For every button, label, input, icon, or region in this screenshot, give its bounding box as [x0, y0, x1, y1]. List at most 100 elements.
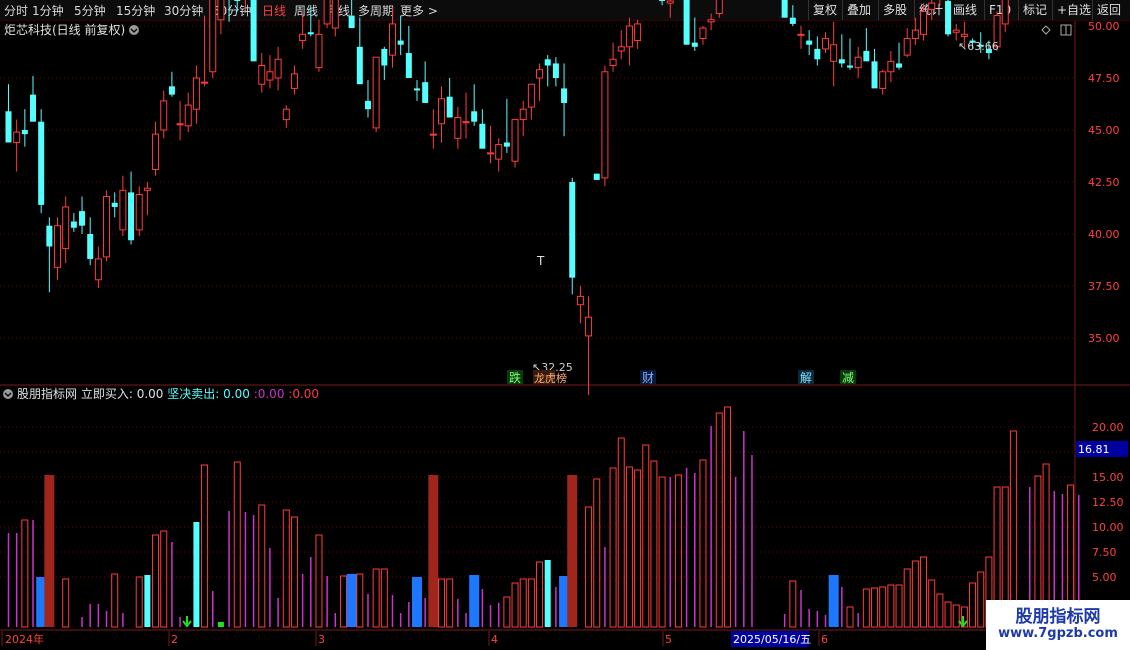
- indicator-bar: [428, 475, 439, 627]
- candle: [323, 0, 331, 29]
- stock-title: 炬芯科技(日线 前复权): [4, 22, 125, 37]
- indicator-bar: [536, 561, 544, 628]
- candle: [683, 0, 690, 45]
- candle: [871, 48, 878, 89]
- date-label-apr: 4: [491, 633, 498, 646]
- candle: [863, 28, 870, 62]
- candle: [879, 69, 887, 95]
- current-value-text: 16.81: [1078, 443, 1110, 456]
- candle: [536, 63, 544, 101]
- watermark-logo: 股朋指标网 www.7gpzb.com: [986, 600, 1130, 650]
- event-tag-finance[interactable]: 财: [640, 370, 656, 385]
- candle: [217, 0, 225, 35]
- candle: [544, 55, 551, 87]
- candle: [258, 53, 266, 93]
- candle: [234, 0, 241, 12]
- indicator-bar: [911, 560, 919, 628]
- indicator-bar: [871, 587, 879, 628]
- candle: [838, 34, 845, 68]
- indicator-bar: [862, 588, 870, 628]
- indicator-bar: [290, 516, 298, 628]
- indicator-bar: [944, 601, 952, 628]
- candle: [201, 15, 209, 87]
- indicator-bar: [446, 578, 454, 628]
- indicator-bars[interactable]: [7, 406, 1080, 628]
- indicator-legend: 股朋指标网 立即买入: 0.00 坚决卖出: 0.00 :0.00 :0.00: [17, 386, 319, 401]
- candle: [46, 217, 53, 293]
- kline-chart[interactable]: 35.0037.5040.0042.5045.0047.5050.0052.50…: [0, 0, 1130, 650]
- candle: [266, 55, 274, 89]
- candle: [939, 0, 941, 6]
- candle: [503, 98, 510, 153]
- event-tag-drop[interactable]: 跌: [507, 370, 523, 385]
- candle: [274, 46, 282, 91]
- indicator-bar: [928, 579, 936, 628]
- candle: [228, 0, 230, 22]
- indicator-tick-label: 15.00: [1092, 471, 1124, 484]
- price-grid: [0, 25, 1075, 339]
- candle: [487, 125, 495, 164]
- candle: [887, 50, 895, 83]
- indicator-bar: [380, 568, 388, 628]
- indicator-bar: [160, 530, 168, 628]
- price-tick-label: 35.00: [1088, 332, 1120, 345]
- candle: [168, 71, 175, 97]
- indicator-bar: [609, 467, 617, 628]
- svg-text:解: 解: [800, 371, 812, 385]
- price-axis: 35.0037.5040.0042.5045.0047.5050.0052.50…: [1088, 20, 1120, 345]
- candle: [854, 46, 862, 78]
- indicator-bar: [144, 575, 151, 627]
- candle: [585, 296, 593, 396]
- candle: [299, 13, 307, 49]
- candle: [397, 15, 404, 56]
- candle: [414, 80, 420, 101]
- candle: [707, 13, 715, 31]
- indicator-bar: [650, 460, 658, 628]
- indicator-bar: [111, 573, 119, 628]
- indicator-bar: [339, 575, 347, 628]
- candle: [479, 109, 486, 149]
- candle: [495, 138, 503, 172]
- indicator-bar: [642, 444, 650, 628]
- candle: [569, 177, 576, 295]
- price-tick-label: 47.50: [1088, 72, 1120, 85]
- indicator-bar: [193, 522, 200, 627]
- indicator-bar: [828, 575, 839, 627]
- candle: [152, 121, 160, 176]
- candle: [576, 286, 584, 324]
- diamond-icon[interactable]: [1041, 25, 1051, 35]
- candle: [561, 63, 568, 137]
- candle: [781, 0, 788, 18]
- candle: [94, 246, 102, 289]
- candle: [119, 175, 127, 237]
- indicator-bar: [567, 475, 578, 627]
- down-arrow-icon: [182, 616, 192, 628]
- candle: [348, 0, 355, 29]
- indicator-bar: [346, 574, 357, 627]
- candlestick-series[interactable]: [5, 0, 1130, 396]
- indicator-bar: [674, 474, 682, 628]
- event-tag-unlock[interactable]: 解: [798, 370, 814, 385]
- indicator-bar: [135, 576, 143, 628]
- date-label-may: 5: [665, 633, 672, 646]
- candle: [87, 217, 94, 266]
- indicator-bar: [201, 464, 209, 628]
- candle: [70, 213, 77, 232]
- high-price-label: ↖63.66: [958, 40, 999, 53]
- candle: [666, 0, 674, 18]
- indicator-bar: [723, 406, 731, 628]
- date-label-jun: 6: [821, 633, 828, 646]
- candle: [634, 19, 642, 49]
- candle: [896, 42, 903, 70]
- indicator-dropdown-icon[interactable]: [3, 389, 13, 399]
- title-dropdown-icon[interactable]: [129, 25, 139, 35]
- event-tag-lhb[interactable]: 龙虎榜: [533, 370, 567, 385]
- candle: [952, 23, 960, 41]
- event-tag-reduce[interactable]: 减: [840, 370, 856, 385]
- indicator-bar: [438, 578, 446, 628]
- price-tick-label: 40.00: [1088, 228, 1120, 241]
- indicator-bar: [903, 568, 911, 628]
- candle: [209, 0, 217, 78]
- indicator-bar: [617, 437, 625, 628]
- svg-text:财: 财: [642, 371, 654, 385]
